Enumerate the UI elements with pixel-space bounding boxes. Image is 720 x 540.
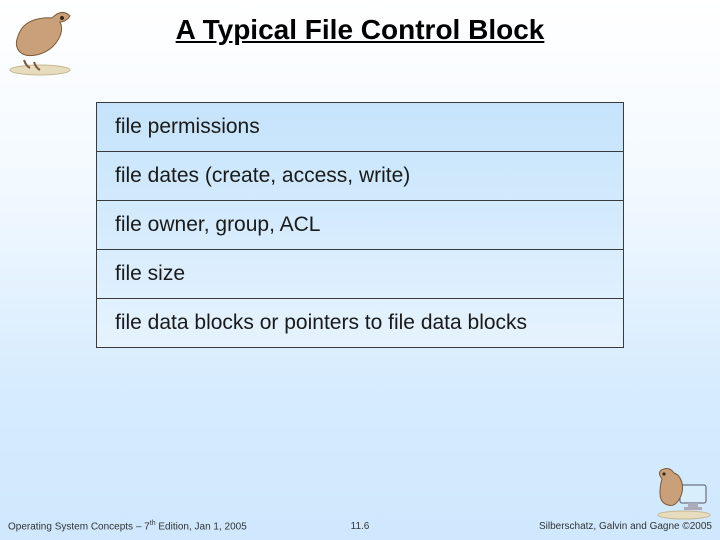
footer-left-prefix: Operating System Concepts – 7 [8, 521, 150, 532]
footer: Operating System Concepts – 7th Edition,… [0, 518, 720, 534]
fcb-table: file permissions file dates (create, acc… [96, 102, 624, 348]
fcb-row: file permissions [97, 103, 623, 152]
footer-left: Operating System Concepts – 7th Edition,… [8, 520, 247, 532]
slide: A Typical File Control Block file permis… [0, 0, 720, 540]
fcb-row: file size [97, 250, 623, 299]
page-title: A Typical File Control Block [0, 14, 720, 46]
footer-left-suffix: Edition, Jan 1, 2005 [156, 521, 247, 532]
fcb-row: file owner, group, ACL [97, 201, 623, 250]
footer-page-number: 11.6 [351, 521, 370, 532]
fcb-row: file data blocks or pointers to file dat… [97, 299, 623, 347]
footer-right: Silberschatz, Galvin and Gagne ©2005 [539, 521, 712, 532]
dinosaur-monitor-icon [654, 465, 714, 520]
fcb-row: file dates (create, access, write) [97, 152, 623, 201]
